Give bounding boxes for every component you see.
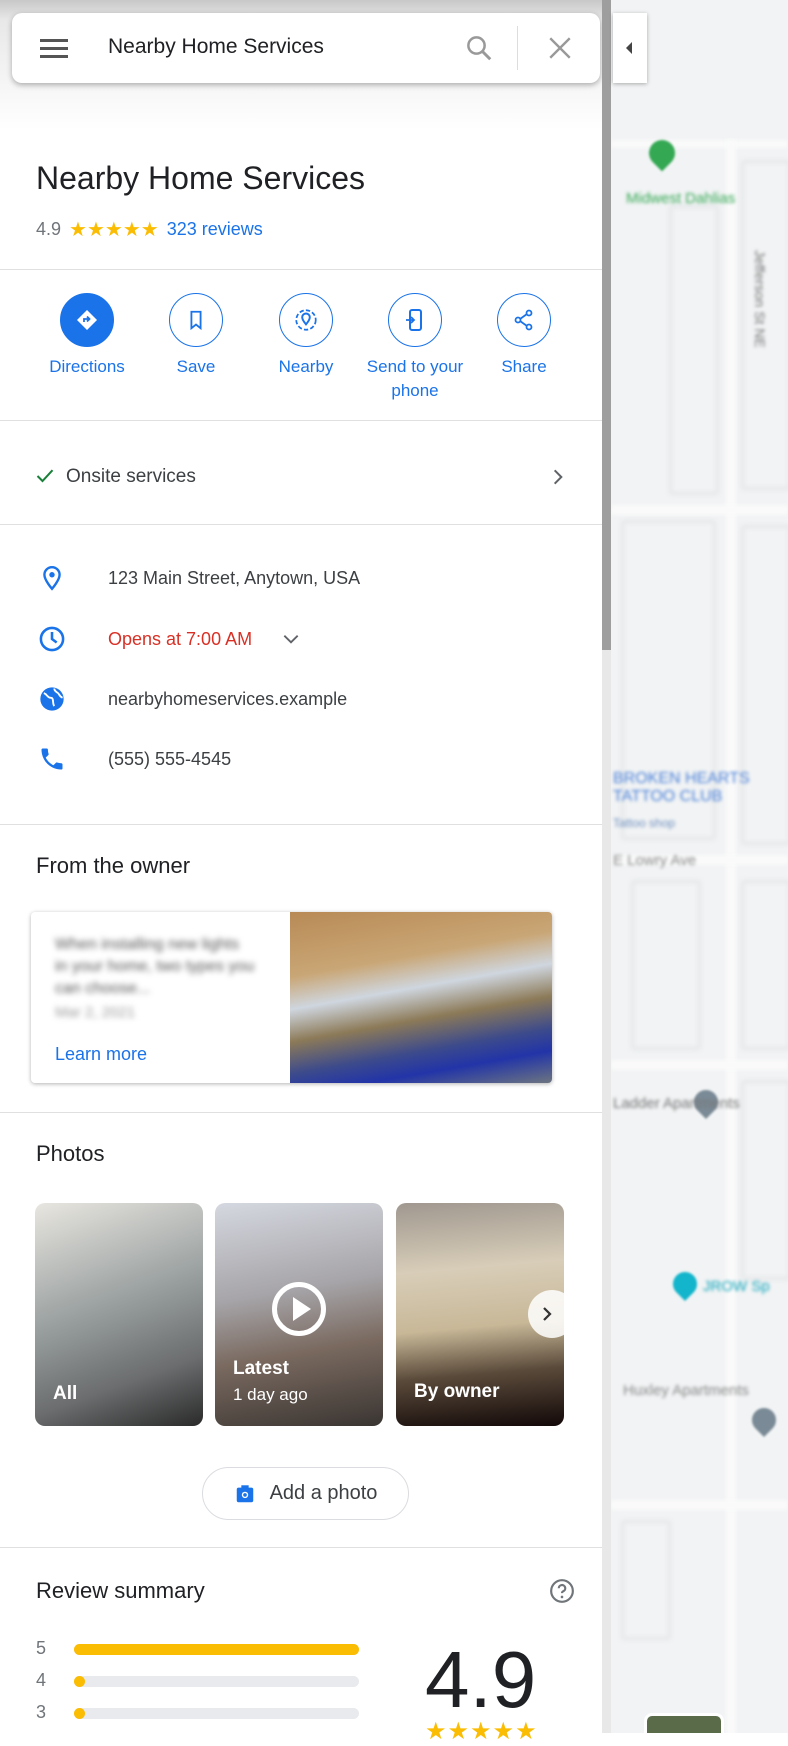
owner-post-text: When installing new lights in your home,… (55, 936, 255, 997)
search-input[interactable]: Nearby Home Services (108, 35, 324, 59)
satellite-layer-button[interactable] (644, 1713, 724, 1733)
phone-icon (41, 748, 63, 770)
onsite-services-label: Onsite services (66, 466, 196, 487)
share-label: Share (501, 357, 547, 376)
send-to-phone-button[interactable]: Send to your phone (365, 293, 465, 403)
map-label: Midwest Dahlias (626, 190, 736, 207)
from-owner-heading: From the owner (36, 853, 191, 878)
search-box[interactable]: Nearby Home Services (12, 13, 600, 83)
bookmark-icon (190, 310, 202, 331)
rating-bar-5[interactable] (74, 1644, 359, 1655)
rating-bar-3[interactable] (74, 1708, 359, 1719)
phone-text: (555) 555-4545 (108, 748, 232, 769)
share-icon (514, 309, 533, 331)
rating-stars: ★★★★★ (69, 219, 159, 241)
play-icon[interactable] (272, 1282, 326, 1336)
chevron-down-icon[interactable] (280, 629, 302, 649)
photos-heading: Photos (36, 1141, 105, 1166)
rating-bar-fill (74, 1644, 359, 1655)
map-pin-icon[interactable] (747, 1403, 781, 1437)
rating-bar-fill (74, 1676, 86, 1687)
photo-tile-latest[interactable]: Latest 1 day ago (215, 1203, 383, 1426)
map-label: JROW Sp (703, 1278, 770, 1295)
photo-tile-sublabel: 1 day ago (233, 1385, 308, 1404)
collapse-panel-button[interactable] (613, 13, 647, 83)
add-photo-label: Add a photo (269, 1482, 378, 1504)
search-icon[interactable] (464, 33, 494, 63)
clock-icon (39, 626, 65, 652)
address-row[interactable]: 123 Main Street, Anytown, USA (38, 564, 360, 592)
map-label: BROKEN HEARTS TATTOO CLUB (613, 770, 750, 805)
map-pin-icon[interactable] (668, 1267, 702, 1301)
share-button[interactable]: Share (474, 293, 574, 379)
website-link[interactable]: nearbyhomeservices.example (108, 689, 347, 710)
phone-row[interactable]: (555) 555-4545 (38, 745, 231, 773)
directions-button[interactable]: Directions (37, 293, 137, 379)
rating-bar-fill (74, 1708, 85, 1719)
review-summary-heading: Review summary (36, 1578, 205, 1603)
onsite-services-row[interactable]: Onsite services (0, 421, 602, 523)
caret-left-icon (626, 42, 632, 54)
save-label: Save (176, 357, 216, 376)
map-label: Huxley Apartments (623, 1382, 749, 1399)
average-rating-stars: ★★★★★ (425, 1718, 538, 1745)
bar-label: 4 (36, 1670, 47, 1690)
check-icon (36, 469, 54, 483)
map-area[interactable]: Midwest Dahlias Jefferson St NE BROKEN H… (611, 0, 788, 1733)
photo-tile-label: Latest (233, 1358, 289, 1379)
bar-label: 5 (36, 1638, 47, 1658)
hours-row[interactable]: Opens at 7:00 AM (38, 625, 302, 653)
scrollbar-thumb[interactable] (602, 0, 611, 650)
photo-tile-label: By owner (414, 1381, 500, 1402)
average-rating: 4.9 (425, 1635, 537, 1724)
owner-post-date: Mar 2, 2021 (55, 1004, 136, 1021)
reviews-link[interactable]: 323 reviews (167, 219, 263, 240)
hours-text: Opens at 7:00 AM (108, 628, 253, 649)
nearby-button[interactable]: Nearby (256, 293, 356, 379)
chevron-right-icon (553, 469, 563, 485)
nearby-icon (295, 309, 317, 331)
website-row[interactable]: nearbyhomeservices.example (38, 685, 347, 713)
map-label: Ladder Apartments (613, 1095, 740, 1112)
nearby-label: Nearby (278, 357, 334, 376)
owner-post-card[interactable]: When installing new lights in your home,… (31, 912, 552, 1083)
learn-more-link[interactable]: Learn more (55, 1044, 147, 1065)
map-label: Tattoo shop (613, 816, 676, 830)
address-text: 123 Main Street, Anytown, USA (108, 567, 361, 588)
send-to-phone-icon (406, 309, 422, 331)
bar-label: 3 (36, 1702, 47, 1722)
location-pin-icon (43, 565, 61, 591)
rating-bar-4[interactable] (74, 1676, 359, 1687)
map-label: E Lowry Ave (613, 852, 697, 869)
rating-value: 4.9 (36, 219, 62, 239)
add-photo-button[interactable]: Add a photo (202, 1467, 409, 1520)
menu-icon[interactable] (40, 39, 68, 58)
chevron-right-icon (543, 1307, 552, 1321)
map-street-label: Jefferson St NE (752, 250, 768, 348)
place-title: Nearby Home Services (36, 160, 365, 196)
photo-tile-by-owner[interactable]: By owner (396, 1203, 564, 1426)
camera-icon (236, 1484, 253, 1502)
photos-next-button[interactable] (528, 1290, 564, 1338)
help-icon[interactable] (549, 1578, 575, 1604)
place-panel: Nearby Home Services Nearby Home Service… (0, 0, 602, 1745)
owner-post-photo (290, 912, 552, 1083)
save-button[interactable]: Save (146, 293, 246, 379)
photo-tile-label: All (53, 1383, 78, 1404)
directions-label: Directions (49, 357, 125, 376)
send-to-phone-label: Send to your phone (366, 357, 464, 400)
directions-icon (77, 310, 97, 330)
close-icon[interactable] (547, 35, 573, 61)
globe-icon (40, 687, 64, 711)
photo-tile-all[interactable]: All (35, 1203, 203, 1426)
